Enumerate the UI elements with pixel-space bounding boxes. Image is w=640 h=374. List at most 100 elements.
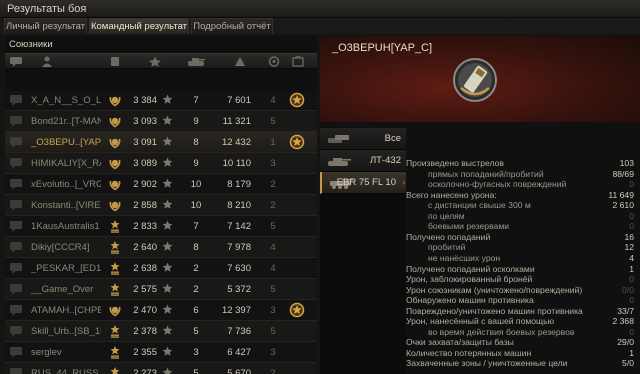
player-name-cell[interactable]: Dikiy[CCCR4] [31, 242, 101, 253]
table-row[interactable]: xEvolutio..[_VRG_] 2 902 10 8 179 2 [5, 174, 317, 195]
table-row[interactable]: X_A_N__S_O_L_O 3 384 7 7 601 4 [5, 90, 317, 111]
vehicle-label: EBR 75 FL 10 [336, 177, 396, 188]
table-row[interactable]: __Game_Over 2 575 2 5 372 5 [5, 279, 317, 300]
chat-icon[interactable] [9, 94, 23, 106]
chat-icon[interactable] [9, 178, 23, 190]
stat-label: Произведено выстрелов [406, 158, 504, 168]
table-row[interactable]: _O3BEPU..[YAP_C] 3 091 8 12 432 1 [5, 132, 317, 153]
player-name-cell[interactable]: serglev [31, 347, 101, 358]
chat-icon[interactable] [9, 304, 23, 316]
tab-personal-result[interactable]: Личный результат [4, 18, 87, 34]
chat-icon[interactable] [9, 241, 23, 253]
kills-count: 7 [193, 221, 199, 232]
frags-count: 5 [270, 116, 276, 127]
frags-count: 3 [270, 158, 276, 169]
table-row[interactable]: Konstanti..[VIREM] 2 858 10 8 210 2 [5, 195, 317, 216]
chat-icon[interactable] [9, 157, 23, 169]
stat-row: Урон, нанесённый с вашей помощью 2 368 [406, 316, 634, 326]
stat-value: 33/7 [617, 305, 634, 316]
player-name-cell[interactable]: Skill_Urb..[SB_15] [31, 326, 101, 337]
achievements-icon[interactable] [291, 56, 305, 67]
damage-icon[interactable] [233, 56, 247, 67]
table-row[interactable]: serglev 2 355 3 6 427 3 [5, 342, 317, 363]
player-name-cell[interactable]: ATAMAH..[CHPBY] [31, 305, 101, 316]
table-row[interactable]: Skill_Urb..[SB_15] 2 378 5 7 736 5 [5, 321, 317, 342]
player-name-cell[interactable]: X_A_N__S_O_L_O [31, 95, 101, 106]
chat-icon[interactable] [9, 56, 23, 67]
player-name-cell[interactable]: _PESKAR_[ED1NY] [31, 263, 101, 274]
vehicle-label: ЛТ-432 [369, 155, 401, 166]
window-titlebar: Результаты боя [0, 0, 640, 18]
table-row[interactable]: 1KausAustralis1 2 833 7 7 142 5 [5, 216, 317, 237]
stat-row: Урон, заблокированный бронёй 0 [406, 274, 634, 284]
tab-team-result[interactable]: Командный результат [89, 18, 189, 34]
stat-row: Захваченные зоны / уничтоженные цели 5/0 [406, 358, 634, 368]
chat-icon[interactable] [9, 367, 23, 374]
player-header: _O3BEPUH[YAP_C] [320, 36, 640, 122]
achievement-medal-icon[interactable] [288, 91, 306, 109]
star-icon [162, 220, 173, 230]
star-icon [162, 199, 173, 209]
rank-points: 2 273 [133, 368, 157, 374]
table-row[interactable]: ATAMAH..[CHPBY] 2 470 6 12 397 3 [5, 300, 317, 321]
star-icon [162, 241, 173, 251]
chat-icon[interactable] [9, 136, 23, 148]
chat-icon[interactable] [9, 220, 23, 232]
kills-tank-icon[interactable] [187, 56, 205, 67]
window-title: Результаты боя [7, 3, 87, 15]
player-name-cell[interactable]: RUS_44_RUSS [31, 368, 101, 374]
stat-value: 0 [629, 179, 634, 190]
chat-icon[interactable] [9, 199, 23, 211]
stat-row: Обнаружено машин противника 0 [406, 295, 634, 305]
vehicle-list: Все ЛТ-432 EBR 75 FL 10 › [320, 128, 406, 374]
damage-value: 7 601 [227, 95, 251, 106]
table-row[interactable]: Dikiy[CCCR4] 2 640 8 7 978 4 [5, 237, 317, 258]
table-row[interactable]: HIMIKALIY[X_RAY] 3 089 9 10 110 3 [5, 153, 317, 174]
frags-icon[interactable] [267, 56, 281, 67]
stat-label: Повреждено/уничтожено машин противника [406, 305, 583, 316]
player-name-cell[interactable]: __Game_Over [31, 284, 101, 295]
stat-label: прямых попаданий/пробитий [428, 168, 544, 179]
frags-count: 3 [270, 305, 276, 316]
vehicle-item-lt-432[interactable]: ЛТ-432 [320, 150, 406, 172]
chevron-badge-icon [108, 345, 122, 359]
frags-count: 4 [270, 242, 276, 253]
rank-points: 2 575 [133, 284, 157, 295]
chevron-badge-icon [108, 282, 122, 296]
vehicle-item-all[interactable]: Все [320, 128, 406, 150]
player-name-cell[interactable]: _O3BEPU..[YAP_C] [31, 137, 101, 148]
chat-icon[interactable] [9, 283, 23, 295]
chevron-badge-icon [108, 366, 122, 374]
chat-icon[interactable] [9, 325, 23, 337]
rank-star-icon[interactable] [148, 56, 162, 67]
stat-label: Всего нанесено урона: [406, 189, 497, 200]
player-name-cell[interactable]: Bond21r..[T-MAN] [31, 116, 101, 127]
player-name-cell[interactable]: xEvolutio..[_VRG_] [31, 179, 101, 190]
star-icon [162, 115, 173, 125]
stat-label: Очки захвата/защиты базы [406, 337, 514, 348]
chat-icon[interactable] [9, 346, 23, 358]
vehicle-item-ebr-75[interactable]: EBR 75 FL 10 › [320, 172, 406, 194]
kills-count: 5 [193, 326, 199, 337]
chat-icon[interactable] [9, 262, 23, 274]
star-icon [162, 178, 173, 188]
chevron-badge-icon [108, 324, 122, 338]
badge-icon[interactable] [108, 56, 122, 67]
damage-value: 8 210 [227, 200, 251, 211]
stat-value: 0 [629, 326, 634, 337]
tab-detailed-report[interactable]: Подробный отчёт [191, 18, 273, 34]
table-row[interactable]: RUS_44_RUSS 2 273 5 5 670 2 [5, 363, 317, 374]
player-name-cell[interactable]: HIMIKALIY[X_RAY] [31, 158, 101, 169]
achievement-medal-icon[interactable] [288, 133, 306, 151]
achievement-medal-icon[interactable] [288, 301, 306, 319]
stat-label: осколочно-фугасных повреждений [428, 179, 567, 190]
player-name-cell[interactable]: 1KausAustralis1 [31, 221, 101, 232]
player-icon[interactable] [40, 56, 54, 67]
table-row[interactable]: Bond21r..[T-MAN] 3 093 9 11 321 5 [5, 111, 317, 132]
player-name-cell[interactable]: Konstanti..[VIREM] [31, 200, 101, 211]
team-panel: Союзники X_A_N__S_O_L_O3 38477 6014Bond2… [5, 36, 317, 374]
table-row[interactable]: _PESKAR_[ED1NY] 2 638 2 7 630 4 [5, 258, 317, 279]
frags-count: 2 [270, 200, 276, 211]
stat-label: боевыми резервами [428, 221, 510, 232]
chat-icon[interactable] [9, 115, 23, 127]
